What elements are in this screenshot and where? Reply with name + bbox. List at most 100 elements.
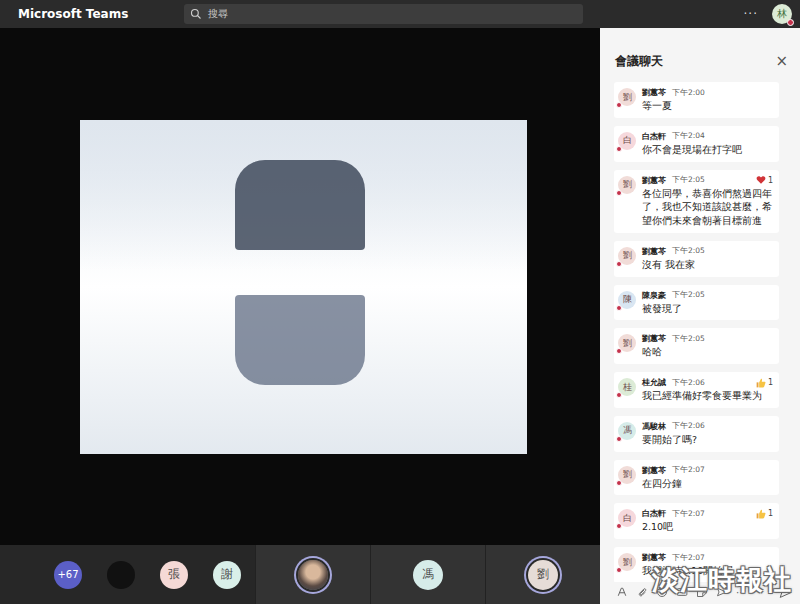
watermark: 淡江時報社 <box>652 562 792 598</box>
sender-avatar[interactable]: 劉 <box>618 247 636 265</box>
shared-content-area <box>0 28 600 545</box>
sender-avatar[interactable]: 白 <box>618 132 636 150</box>
message-text: 各位同學，恭喜你們熬過四年了，我也不知道該說甚麼，希望你們未來會朝著目標前進 <box>642 187 773 228</box>
reaction[interactable]: 1 <box>756 175 773 185</box>
user-avatar[interactable]: 林 <box>772 4 792 24</box>
message-time: 下午2:07 <box>672 465 705 475</box>
message-text: 要開始了嗎? <box>642 433 773 447</box>
participant-avatar <box>298 560 328 590</box>
message-time: 下午2:04 <box>672 131 705 141</box>
message-text: 等一夏 <box>642 99 773 113</box>
sender-name: 白杰軒 <box>642 131 666 142</box>
sender-name: 劉蕙芩 <box>642 465 666 476</box>
sender-name: 劉蕙芩 <box>642 246 666 257</box>
status-dot <box>616 305 622 311</box>
chat-message: 劉劉蕙芩下午2:00等一夏 <box>614 82 779 118</box>
sender-avatar[interactable]: 劉 <box>618 88 636 106</box>
status-dot <box>616 190 622 196</box>
status-dot <box>616 436 622 442</box>
shared-photo <box>80 120 527 454</box>
heart-icon <box>756 175 766 185</box>
message-text: 你不會是現場在打字吧 <box>642 143 773 157</box>
participant-strip: +67 張謝 馮 劉 <box>0 545 600 604</box>
sender-name: 馮駿林 <box>642 421 666 432</box>
message-text: 2.10吧 <box>642 520 773 534</box>
sender-name: 劉蕙芩 <box>642 552 666 563</box>
sender-avatar[interactable]: 劉 <box>618 334 636 352</box>
meeting-stage: +67 張謝 馮 劉 <box>0 28 600 604</box>
participant-tile[interactable]: 馮 <box>370 545 485 604</box>
chat-message: 劉劉蕙芩下午2:07 在四分鐘 <box>614 460 779 496</box>
message-time: 下午2:05 <box>672 246 705 256</box>
sender-avatar[interactable]: 白 <box>618 509 636 527</box>
chat-message: 白白杰軒下午2:07 12.10吧 <box>614 503 779 539</box>
close-button[interactable]: × <box>775 54 788 69</box>
status-dot <box>616 146 622 152</box>
message-time: 下午2:06 <box>672 378 705 388</box>
chat-title: 會議聊天 <box>615 53 663 70</box>
reaction[interactable]: 1 <box>756 509 773 519</box>
message-text: 沒有 我在家 <box>642 258 773 272</box>
sender-avatar[interactable]: 劉 <box>618 553 636 571</box>
message-text: 哈哈 <box>642 345 773 359</box>
message-text: 被發現了 <box>642 302 773 316</box>
search-icon <box>190 8 202 20</box>
status-dot <box>616 102 622 108</box>
sender-avatar[interactable]: 劉 <box>618 466 636 484</box>
message-text: 我已經準備好零食要畢業为 <box>642 389 773 403</box>
status-dot <box>616 392 622 398</box>
app-title: Microsoft Teams <box>18 7 172 21</box>
thumbs-up-icon <box>756 509 766 519</box>
message-text: 在四分鐘 <box>642 477 773 491</box>
chat-message: 白白杰軒下午2:04 你不會是現場在打字吧 <box>614 126 779 162</box>
sender-avatar[interactable]: 馮 <box>618 422 636 440</box>
message-time: 下午2:07 <box>672 553 705 563</box>
participant-avatar: 馮 <box>413 560 443 590</box>
chat-message: 馮馮駿林下午2:06 要開始了嗎? <box>614 416 779 452</box>
status-dot <box>616 480 622 486</box>
sender-name: 劉蕙芩 <box>642 333 666 344</box>
chat-message: 劉劉蕙芩下午2:05哈哈 <box>614 328 779 364</box>
participant-avatar[interactable]: 張 <box>160 561 188 589</box>
participant-avatar: 劉 <box>528 560 558 590</box>
search-placeholder: 搜尋 <box>208 7 228 21</box>
status-dot <box>787 19 794 26</box>
status-dot <box>616 261 622 267</box>
sender-name: 陳泉豪 <box>642 290 666 301</box>
message-time: 下午2:05 <box>672 334 705 344</box>
message-time: 下午2:07 <box>672 509 705 519</box>
participant-avatar[interactable]: 謝 <box>213 561 241 589</box>
chat-message: 劉劉蕙芩下午2:05 1 各位同學，恭喜你們熬過四年了，我也不知道該說甚麼，希望你們… <box>614 170 779 233</box>
sender-avatar[interactable]: 桂 <box>618 378 636 396</box>
message-time: 下午2:05 <box>672 175 705 185</box>
sender-avatar[interactable]: 陳 <box>618 291 636 309</box>
participant-tile[interactable] <box>255 545 370 604</box>
top-bar: Microsoft Teams 搜尋 ··· 林 <box>0 0 800 28</box>
format-icon[interactable] <box>616 586 628 598</box>
thumbs-up-icon <box>756 378 766 388</box>
teams-window: Microsoft Teams搜尋···林+67張謝馮劉會議聊天×劉劉蕙芩下午2… <box>0 0 800 604</box>
more-button[interactable]: ··· <box>744 7 758 21</box>
participant-tile[interactable]: 劉 <box>485 545 600 604</box>
message-time: 下午2:00 <box>672 88 705 98</box>
message-list: 劉劉蕙芩下午2:00等一夏白白杰軒下午2:04你不會是現場在打字吧劉劉蕙芩下午2… <box>600 82 800 582</box>
meeting-chat-panel: 會議聊天×劉劉蕙芩下午2:00等一夏白白杰軒下午2:04你不會是現場在打字吧劉劉… <box>600 28 800 604</box>
sender-avatar[interactable]: 劉 <box>618 176 636 194</box>
chat-message: 陳陳泉豪下午2:05 被發現了 <box>614 285 779 321</box>
participant-avatar[interactable]: +67 <box>54 561 82 589</box>
message-time: 下午2:05 <box>672 290 705 300</box>
participant-avatar[interactable] <box>107 561 135 589</box>
sender-name: 桂允誠 <box>642 377 666 388</box>
message-time: 下午2:06 <box>672 421 705 431</box>
chat-message: 劉劉蕙芩下午2:05 沒有 我在家 <box>614 241 779 277</box>
search-field[interactable]: 搜尋 <box>184 4 583 24</box>
reaction[interactable]: 1 <box>756 378 773 388</box>
status-dot <box>616 523 622 529</box>
sender-name: 劉蕙芩 <box>642 175 666 186</box>
chat-message: 桂桂允誠下午2:06 1我已經準備好零食要畢業为 <box>614 372 779 408</box>
attach-icon[interactable] <box>636 586 648 598</box>
participant-photo <box>298 560 328 590</box>
sender-name: 劉蕙芩 <box>642 87 666 98</box>
status-dot <box>616 348 622 354</box>
sender-name: 白杰軒 <box>642 508 666 519</box>
